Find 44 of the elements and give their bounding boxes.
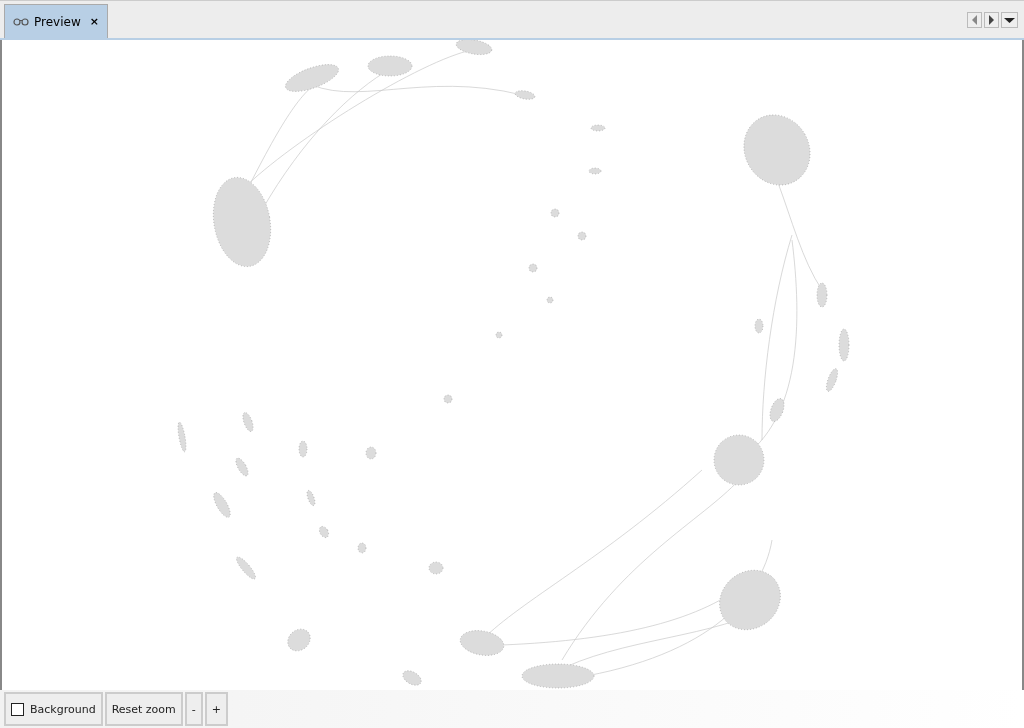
node-cluster — [242, 412, 254, 432]
node-cluster — [428, 561, 444, 575]
scroll-right-icon[interactable] — [984, 11, 999, 28]
node-cluster — [319, 526, 329, 538]
node-cluster — [816, 282, 828, 308]
node-cluster — [285, 64, 339, 92]
node-cluster — [528, 263, 538, 273]
tab-label: Preview — [34, 14, 81, 29]
node-cluster — [459, 630, 505, 656]
toolbar-button[interactable]: + — [204, 692, 228, 726]
node-cluster — [443, 394, 453, 404]
node-cluster — [719, 570, 781, 630]
node-cluster — [577, 231, 587, 241]
node-cluster — [236, 556, 256, 580]
dropdown-icon[interactable] — [1001, 11, 1018, 28]
node-cluster — [455, 40, 493, 55]
node-cluster — [495, 331, 503, 339]
node-cluster — [514, 90, 536, 100]
node-cluster — [588, 167, 602, 175]
node-cluster — [213, 492, 231, 518]
node-cluster — [298, 440, 308, 458]
node-cluster — [838, 328, 850, 362]
node-cluster — [177, 421, 187, 453]
preview-tab[interactable]: Preview × — [4, 4, 108, 38]
node-cluster — [235, 457, 249, 477]
node-cluster — [743, 114, 811, 186]
close-button[interactable]: × — [89, 15, 99, 28]
node-cluster — [287, 628, 311, 652]
node-cluster — [826, 368, 838, 392]
glasses-icon — [13, 17, 29, 26]
node-cluster — [546, 296, 554, 304]
toolbar-button[interactable]: Reset zoom — [104, 692, 183, 726]
node-cluster — [590, 124, 606, 132]
node-cluster — [306, 490, 316, 506]
node-cluster — [367, 55, 413, 77]
node-cluster — [769, 398, 785, 422]
background-button[interactable]: Background — [4, 692, 103, 726]
node-cluster — [754, 318, 764, 334]
toolbar-button[interactable]: - — [184, 692, 203, 726]
node-cluster — [402, 670, 422, 686]
node-cluster — [550, 208, 560, 218]
node-cluster — [713, 434, 765, 486]
node-cluster — [357, 542, 367, 554]
node-cluster — [365, 446, 377, 460]
